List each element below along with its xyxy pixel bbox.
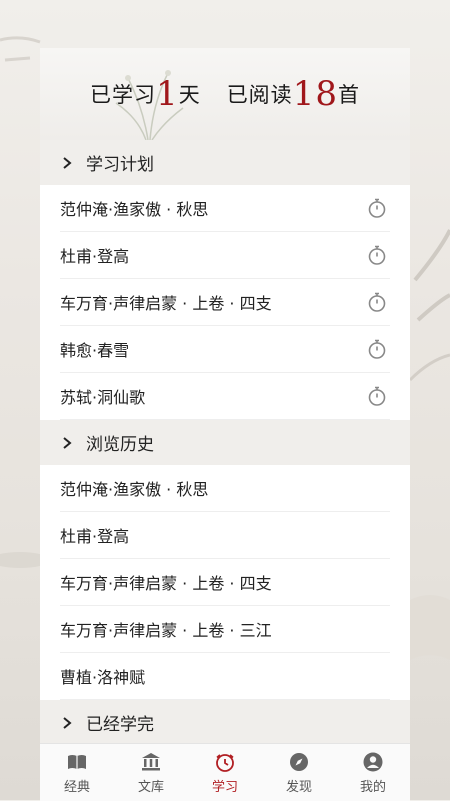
tab-discover[interactable]: 发现 — [262, 744, 336, 801]
profile-icon — [363, 752, 383, 771]
list-item[interactable]: 范仲淹·渔家傲 · 秋思 — [60, 465, 390, 512]
chevron-right-icon — [63, 436, 72, 449]
section-title: 已经学完 — [86, 715, 154, 735]
library-icon — [142, 752, 160, 770]
read-suffix: 首 — [337, 83, 360, 107]
item-title: 杜甫·登高 — [60, 527, 130, 546]
chevron-right-icon — [63, 716, 72, 729]
section-study-plan[interactable]: 学习计划 — [40, 140, 410, 185]
list-item[interactable]: 韩愈·春雪 — [60, 326, 390, 373]
section-title: 学习计划 — [86, 155, 154, 175]
item-title: 杜甫·登高 — [60, 247, 130, 266]
list-item[interactable]: 车万育·声律启蒙 · 上卷 · 四支 — [60, 279, 390, 326]
item-title: 韩愈·春雪 — [60, 341, 130, 360]
tab-study[interactable]: 学习 — [188, 744, 262, 801]
tab-profile[interactable]: 我的 — [336, 744, 410, 801]
item-title: 曹植·洛神赋 — [60, 668, 146, 687]
list-item[interactable]: 曹植·洛神赋 — [60, 653, 390, 700]
tab-label: 学习 — [211, 779, 238, 795]
item-title: 车万育·声律启蒙 · 上卷 · 四支 — [60, 574, 272, 593]
stopwatch-icon[interactable] — [366, 338, 388, 360]
compass-icon — [290, 752, 308, 771]
tab-label: 发现 — [285, 779, 312, 795]
item-title: 车万育·声律启蒙 · 上卷 · 三江 — [60, 621, 272, 640]
read-count: 18 — [292, 74, 338, 114]
chevron-right-icon — [63, 156, 72, 169]
learned-days: 1 — [156, 74, 179, 114]
section-title: 浏览历史 — [86, 435, 154, 455]
list-item[interactable]: 杜甫·登高 — [60, 512, 390, 559]
section-completed[interactable]: 已经学完 — [40, 700, 410, 743]
study-icon — [216, 753, 234, 772]
stopwatch-icon[interactable] — [366, 244, 388, 266]
book-icon — [68, 754, 86, 769]
section-browse-history[interactable]: 浏览历史 — [40, 420, 410, 465]
stats-banner: 已学习1天 已阅读18首 — [40, 48, 410, 140]
list-item[interactable]: 车万育·声律启蒙 · 上卷 · 四支 — [60, 559, 390, 606]
list-item[interactable]: 范仲淹·渔家傲 · 秋思 — [60, 185, 390, 232]
tab-classics[interactable]: 经典 — [40, 744, 114, 801]
list-item[interactable]: 车万育·声律启蒙 · 上卷 · 三江 — [60, 606, 390, 653]
read-prefix: 已阅读 — [226, 83, 293, 107]
list-item[interactable]: 苏轼·洞仙歌 — [60, 373, 390, 420]
learned-prefix: 已学习 — [90, 83, 157, 107]
stopwatch-icon[interactable] — [366, 291, 388, 313]
item-title: 车万育·声律启蒙 · 上卷 · 四支 — [60, 294, 272, 313]
list-item[interactable]: 杜甫·登高 — [60, 232, 390, 279]
study-stats: 已学习1天 已阅读18首 — [40, 74, 410, 114]
item-title: 范仲淹·渔家傲 · 秋思 — [60, 200, 209, 219]
tab-label: 经典 — [63, 779, 90, 795]
stopwatch-icon[interactable] — [366, 385, 388, 407]
stopwatch-icon[interactable] — [366, 197, 388, 219]
learned-suffix: 天 — [178, 83, 201, 107]
item-title: 苏轼·洞仙歌 — [60, 388, 146, 407]
tab-label: 我的 — [359, 779, 386, 795]
bottom-tab-bar: 经典 文库 学习 发现 我的 — [40, 743, 410, 801]
study-card: 已学习1天 已阅读18首 学习计划 范仲淹·渔家傲 · 秋思 杜甫·登高 车万育·… — [40, 48, 410, 743]
tab-label: 文库 — [137, 779, 164, 795]
tab-library[interactable]: 文库 — [114, 744, 188, 801]
item-title: 范仲淹·渔家傲 · 秋思 — [60, 480, 209, 499]
